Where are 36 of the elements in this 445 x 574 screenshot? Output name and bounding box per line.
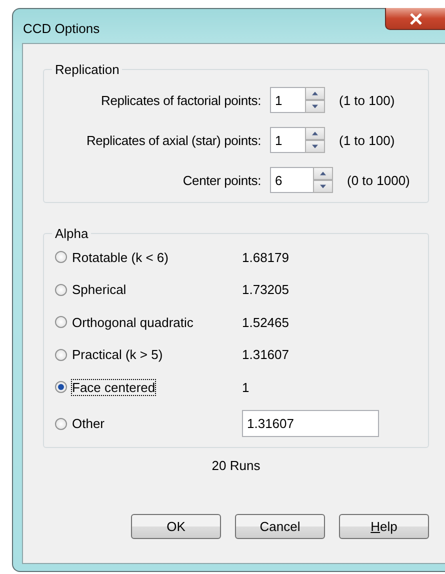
range-hint: (1 to 100) xyxy=(339,92,395,108)
input-field[interactable]: 1 xyxy=(270,87,305,113)
option-label[interactable]: Other xyxy=(72,416,105,431)
input-field[interactable]: 6 xyxy=(270,167,313,193)
range-hint: (1 to 100) xyxy=(339,132,395,148)
runs-count: 20 Runs xyxy=(210,458,262,473)
input-field[interactable]: 1 xyxy=(270,127,305,153)
radio-button[interactable] xyxy=(55,316,67,328)
radio-button[interactable] xyxy=(55,418,67,430)
option-label[interactable]: Rotatable (k < 6) xyxy=(72,250,168,265)
radio-button[interactable] xyxy=(55,348,67,361)
input-field[interactable]: 1.31607 xyxy=(242,410,379,437)
close-button[interactable] xyxy=(385,8,445,30)
field-label: Replicates of axial (star) points: xyxy=(85,132,261,148)
option-label[interactable]: Practical (k > 5) xyxy=(72,347,163,362)
alpha-value: 1.52465 xyxy=(242,314,289,330)
alpha-value: 1.68179 xyxy=(242,250,289,265)
field-label: Center points: xyxy=(182,172,261,188)
option-label[interactable]: Face centered xyxy=(72,380,156,395)
option-label[interactable]: Spherical xyxy=(72,282,126,298)
field-label: Replicates of factorial points: xyxy=(100,92,261,108)
radio-button[interactable] xyxy=(55,381,67,394)
radio-button[interactable] xyxy=(55,251,67,264)
close-icon xyxy=(408,12,422,24)
alpha-value: 1 xyxy=(242,380,250,395)
dialog-button[interactable]: OK xyxy=(131,514,221,539)
alpha-value: 1.73205 xyxy=(242,282,289,298)
group-title: Replication xyxy=(54,62,120,77)
dialog-button[interactable]: Help xyxy=(339,514,429,539)
range-hint: (0 to 1000) xyxy=(347,172,410,188)
option-label[interactable]: Orthogonal quadratic xyxy=(72,314,194,330)
dialog-button[interactable]: Cancel xyxy=(235,514,325,539)
alpha-value: 1.31607 xyxy=(242,347,289,362)
group-title: Alpha xyxy=(54,226,90,241)
window-title: CCD Options xyxy=(23,21,100,36)
radio-button[interactable] xyxy=(55,284,67,296)
